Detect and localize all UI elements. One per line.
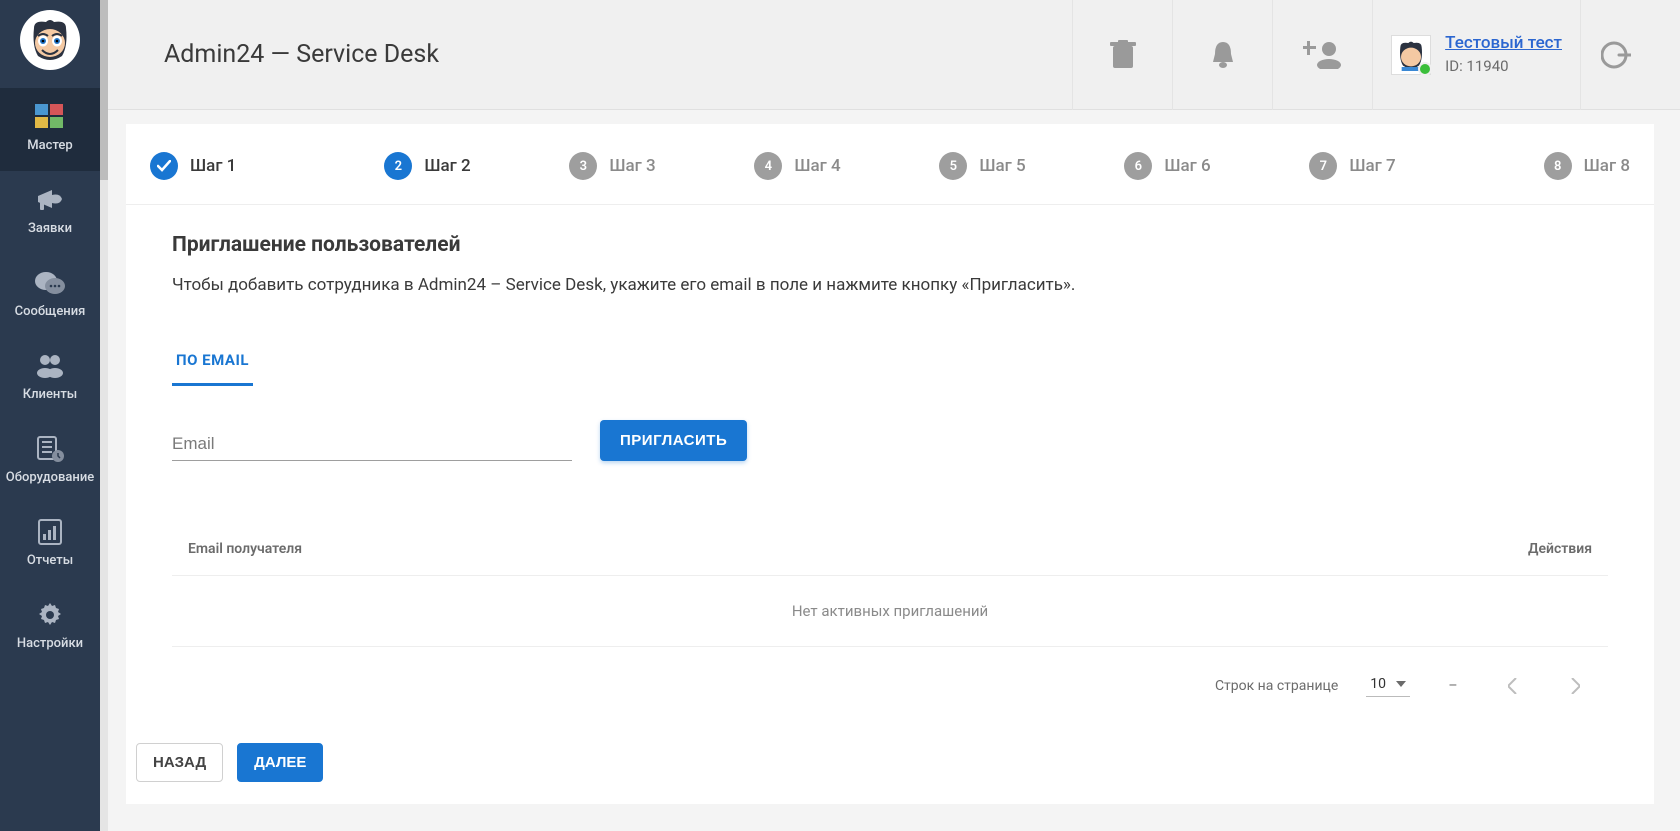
logout-button[interactable] (1580, 0, 1650, 110)
col-actions: Действия (1528, 541, 1592, 557)
tab-row: ПО EMAIL (172, 339, 1608, 386)
stepper: Шаг 1 2 Шаг 2 3 Шаг 3 4 Шаг 4 5 Шаг 5 6 Шаг 6 7 Шаг … (126, 124, 1654, 205)
step-label: Шаг 8 (1584, 156, 1630, 176)
back-button[interactable]: НАЗАД (136, 743, 223, 782)
chevron-left-icon (1508, 678, 1518, 694)
step-8[interactable]: 8 Шаг 8 (1445, 152, 1630, 180)
logout-icon (1601, 40, 1631, 70)
step-label: Шаг 4 (794, 156, 840, 176)
email-input[interactable] (172, 428, 572, 461)
sidebar-item-label: Оборудование (6, 470, 95, 485)
content: Шаг 1 2 Шаг 2 3 Шаг 3 4 Шаг 4 5 Шаг 5 6 Шаг 6 7 Шаг … (108, 110, 1680, 831)
chat-icon (33, 268, 67, 298)
sidebar-item-messages[interactable]: Сообщения (0, 254, 100, 337)
table-footer: Строк на странице 10 – (172, 647, 1608, 713)
user-name-link[interactable]: Тестовый тест (1445, 32, 1562, 56)
sidebar-scrollbar[interactable] (100, 0, 108, 831)
sidebar-item-reports[interactable]: Отчеты (0, 503, 100, 586)
next-button[interactable]: ДАЛЕЕ (237, 743, 323, 782)
sidebar-item-master[interactable]: Мастер (0, 88, 100, 171)
avatar[interactable] (20, 10, 80, 70)
step-6[interactable]: 6 Шаг 6 (1075, 152, 1260, 180)
step-circle: 2 (384, 152, 412, 180)
sidebar-item-settings[interactable]: Настройки (0, 586, 100, 669)
sidebar-item-label: Сообщения (15, 304, 86, 319)
step-circle (150, 152, 178, 180)
panel: Приглашение пользователей Чтобы добавить… (126, 205, 1654, 723)
sidebar-item-requests[interactable]: Заявки (0, 171, 100, 254)
table-empty: Нет активных приглашений (172, 576, 1608, 647)
sidebar-item-label: Клиенты (23, 387, 78, 402)
notifications-button[interactable] (1172, 0, 1272, 110)
prev-page-button[interactable] (1496, 669, 1530, 703)
avatar-icon (26, 16, 74, 64)
topbar: Admin24 — Service Desk Тестовый тест (108, 0, 1680, 110)
user-avatar-icon (1391, 35, 1431, 75)
step-label: Шаг 2 (424, 156, 470, 176)
sidebar-item-label: Мастер (27, 138, 72, 153)
sidebar-item-equipment[interactable]: Оборудование (0, 420, 100, 503)
panel-title: Приглашение пользователей (172, 233, 1608, 257)
step-circle: 5 (939, 152, 967, 180)
megaphone-icon (33, 185, 67, 215)
check-icon (157, 160, 171, 172)
step-label: Шаг 7 (1349, 156, 1395, 176)
equipment-icon (33, 434, 67, 464)
bell-icon (1210, 40, 1236, 70)
col-email: Email получателя (188, 541, 302, 557)
main: Admin24 — Service Desk Тестовый тест (108, 0, 1680, 831)
chevron-down-icon (1396, 681, 1406, 687)
step-3[interactable]: 3 Шаг 3 (520, 152, 705, 180)
wizard-nav: НАЗАД ДАЛЕЕ (126, 723, 1654, 796)
rows-value: 10 (1370, 676, 1386, 692)
next-page-button[interactable] (1558, 669, 1592, 703)
step-label: Шаг 6 (1164, 156, 1210, 176)
trash-icon (1110, 40, 1136, 70)
step-circle: 3 (569, 152, 597, 180)
step-label: Шаг 5 (979, 156, 1025, 176)
panel-description: Чтобы добавить сотрудника в Admin24 – Se… (172, 273, 1608, 299)
user-menu[interactable]: Тестовый тест ID: 11940 (1372, 0, 1580, 110)
reports-icon (33, 517, 67, 547)
tab-by-email[interactable]: ПО EMAIL (172, 339, 253, 386)
gear-icon (33, 600, 67, 630)
sidebar: Мастер Заявки Сообщения Клиенты Оборудов… (0, 0, 100, 831)
master-icon (33, 102, 67, 132)
user-id: ID: 11940 (1445, 56, 1562, 77)
step-circle: 4 (754, 152, 782, 180)
rows-per-page-select[interactable]: 10 (1366, 674, 1410, 697)
rows-per-page-label: Строк на странице (1215, 678, 1338, 694)
sidebar-item-label: Настройки (17, 636, 83, 651)
step-circle: 6 (1124, 152, 1152, 180)
invite-row: ПРИГЛАСИТЬ (172, 420, 1608, 461)
clients-icon (33, 351, 67, 381)
sidebar-item-label: Отчеты (27, 553, 73, 568)
chevron-right-icon (1570, 678, 1580, 694)
step-circle: 8 (1544, 152, 1572, 180)
step-label: Шаг 3 (609, 156, 655, 176)
wizard-card: Шаг 1 2 Шаг 2 3 Шаг 3 4 Шаг 4 5 Шаг 5 6 Шаг 6 7 Шаг … (126, 124, 1654, 804)
step-5[interactable]: 5 Шаг 5 (890, 152, 1075, 180)
step-label: Шаг 1 (190, 156, 236, 176)
step-7[interactable]: 7 Шаг 7 (1260, 152, 1445, 180)
page-range: – (1438, 678, 1468, 694)
step-circle: 7 (1309, 152, 1337, 180)
sidebar-item-clients[interactable]: Клиенты (0, 337, 100, 420)
invite-button[interactable]: ПРИГЛАСИТЬ (600, 420, 747, 461)
page-title: Admin24 — Service Desk (164, 40, 1072, 69)
trash-button[interactable] (1072, 0, 1172, 110)
add-user-button[interactable] (1272, 0, 1372, 110)
step-4[interactable]: 4 Шаг 4 (705, 152, 890, 180)
step-2[interactable]: 2 Шаг 2 (335, 152, 520, 180)
sidebar-item-label: Заявки (28, 221, 72, 236)
table-head: Email получателя Действия (172, 541, 1608, 576)
add-user-icon (1303, 41, 1343, 69)
step-1[interactable]: Шаг 1 (150, 152, 335, 180)
